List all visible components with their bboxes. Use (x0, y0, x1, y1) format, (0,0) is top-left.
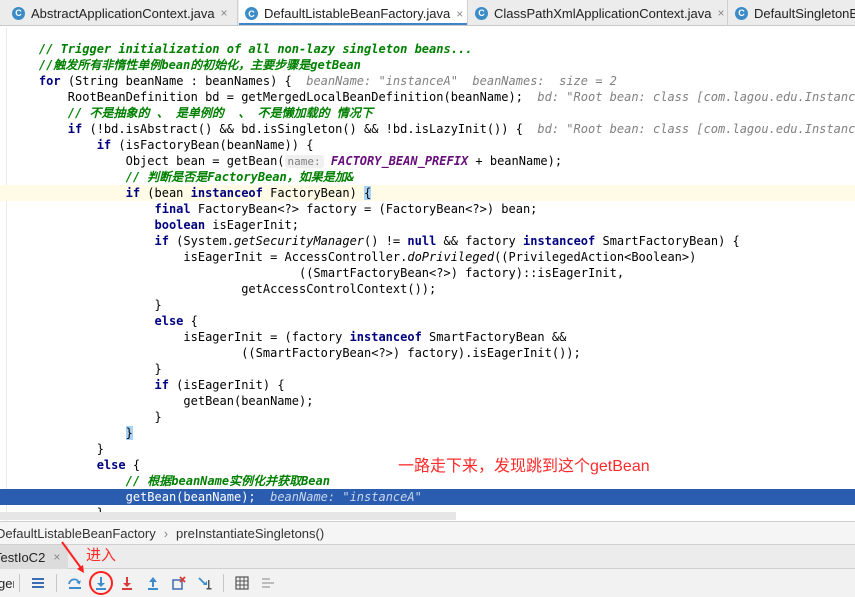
code-line: if (isEagerInit) { (154, 378, 285, 392)
class-icon: C (735, 6, 748, 20)
evaluate-expression-button[interactable] (229, 571, 255, 595)
step-out-button[interactable] (140, 571, 166, 595)
code-line: getAccessControlContext()); (241, 282, 437, 296)
inline-debug-value: beanName: "instanceA" beanNames: size = … (306, 74, 617, 88)
breadcrumb-method[interactable]: preInstantiateSingletons() (176, 526, 324, 541)
tab-label: ClassPathXmlApplicationContext.java (494, 5, 712, 21)
tab-label: AbstractApplicationContext.java (31, 5, 215, 21)
force-step-into-button[interactable] (114, 571, 140, 595)
code-line: for (String beanName : beanNames) { bean… (38, 74, 617, 88)
inline-debug-value: beanName: "instanceA" (270, 490, 422, 504)
breadcrumb-class[interactable]: DefaultListableBeanFactory (0, 526, 156, 541)
close-icon[interactable]: × (53, 550, 60, 564)
step-into-button[interactable] (88, 571, 114, 595)
code-line: isEagerInit = (factory instanceof SmartF… (183, 330, 567, 344)
code-line-caret: if (bean instanceof FactoryBean) { (0, 185, 855, 201)
code-line: else { (96, 458, 141, 472)
drop-frame-button[interactable] (166, 571, 192, 595)
debug-tab-testioc2[interactable]: TestIoC2 × (0, 545, 69, 569)
code-line: } (96, 442, 104, 456)
force-step-into-icon (122, 577, 132, 590)
code-line: // 不是抽象的 、 是单例的 、 不是懒加载的 情况下 (67, 106, 373, 120)
breadcrumb-separator: › (163, 525, 169, 541)
code-line: else { (154, 314, 198, 328)
class-icon: C (475, 6, 488, 20)
code-line: } (154, 410, 162, 424)
tab-classpath-xml-application-context[interactable]: C ClassPathXmlApplicationContext.java × (469, 0, 728, 25)
tab-default-listable-bean-factory[interactable]: C DefaultListableBeanFactory.java × (239, 0, 468, 25)
annotation-step-into: 进入 (86, 547, 117, 564)
parameter-hint: name: (284, 155, 324, 168)
code-line: if (System.getSecurityManager() != null … (154, 234, 740, 248)
toolbar-separator (19, 574, 20, 592)
code-line: boolean isEagerInit; (154, 218, 300, 232)
toolbar-separator (56, 574, 57, 592)
step-over-button[interactable] (62, 571, 88, 595)
class-icon: C (245, 7, 258, 20)
tab-abstract-application-context[interactable]: C AbstractApplicationContext.java × (6, 0, 238, 25)
code-line: // Trigger initialization of all non-laz… (38, 42, 473, 56)
highlight-circle (89, 571, 113, 595)
step-out-icon (148, 577, 158, 590)
indent-guide (6, 27, 7, 521)
current-execution-line: getBean(beanName); beanName: "instanceA" (0, 489, 855, 505)
code-line: Object bean = getBean(name: FACTORY_BEAN… (125, 154, 563, 168)
tab-label: DefaultListableBeanFactory.java (264, 6, 451, 21)
step-over-icon (68, 578, 81, 589)
frames-button[interactable] (25, 571, 51, 595)
editor-tab-bar: C AbstractApplicationContext.java × C De… (0, 0, 855, 26)
code-line: //触发所有非惰性单例bean的初始化，主要步骤是getBean (38, 58, 361, 72)
close-icon[interactable]: × (221, 6, 228, 20)
class-icon: C (12, 6, 25, 20)
code-editor[interactable]: // Trigger initialization of all non-laz… (0, 27, 855, 521)
code-line: getBean(beanName); (183, 394, 314, 408)
drop-frame-icon (172, 576, 186, 590)
evaluate-expression-icon (235, 576, 249, 590)
tab-default-singleton-bean[interactable]: C DefaultSingletonBean (729, 0, 855, 25)
annotation-text: 一路走下来，发现跳到这个getBean (398, 458, 650, 475)
code-line: ((SmartFactoryBean<?>) factory).isEagerI… (241, 346, 581, 360)
close-icon[interactable]: × (718, 6, 725, 20)
code-line: } (154, 298, 162, 312)
horizontal-scrollbar[interactable] (0, 512, 456, 520)
tab-label: DefaultSingletonBean (754, 5, 855, 21)
code-line: } (125, 426, 133, 440)
debug-tab-bar: TestIoC2 × (0, 545, 855, 569)
close-icon[interactable]: × (456, 7, 463, 21)
code-line: } (154, 362, 162, 376)
breadcrumb: DefaultListableBeanFactory › preInstanti… (0, 521, 855, 545)
code-line: final FactoryBean<?> factory = (FactoryB… (154, 202, 538, 216)
code-line: if (isFactoryBean(beanName)) { (96, 138, 314, 152)
trace-button[interactable] (255, 571, 281, 595)
run-to-cursor-icon (198, 577, 212, 590)
frames-icon (32, 578, 44, 588)
code-line: // 根据beanName实例化并获取Bean (125, 474, 330, 488)
code-line: // 判断是否是FactoryBean，如果是加& (125, 170, 354, 184)
matched-brace: { (364, 186, 372, 200)
trace-icon (262, 578, 274, 588)
code-line: isEagerInit = AccessController.doPrivile… (183, 250, 697, 264)
inline-debug-value: bd: "Root bean: class [com.lagou.edu.Ins… (537, 122, 855, 136)
code-line: if (!bd.isAbstract() && bd.isSingleton()… (10, 121, 855, 137)
run-to-cursor-button[interactable] (192, 571, 218, 595)
code-line: RootBeanDefinition bd = getMergedLocalBe… (10, 89, 855, 105)
debugger-label[interactable]: ger (0, 576, 14, 591)
inline-debug-value: bd: "Root bean: class [com.lagou.edu.Ins… (537, 90, 855, 104)
debug-tab-label: TestIoC2 (0, 549, 46, 565)
toolbar-separator (223, 574, 224, 592)
debug-toolbar: ger (0, 569, 855, 597)
code-line: ((SmartFactoryBean<?>) factory)::isEager… (298, 266, 625, 280)
